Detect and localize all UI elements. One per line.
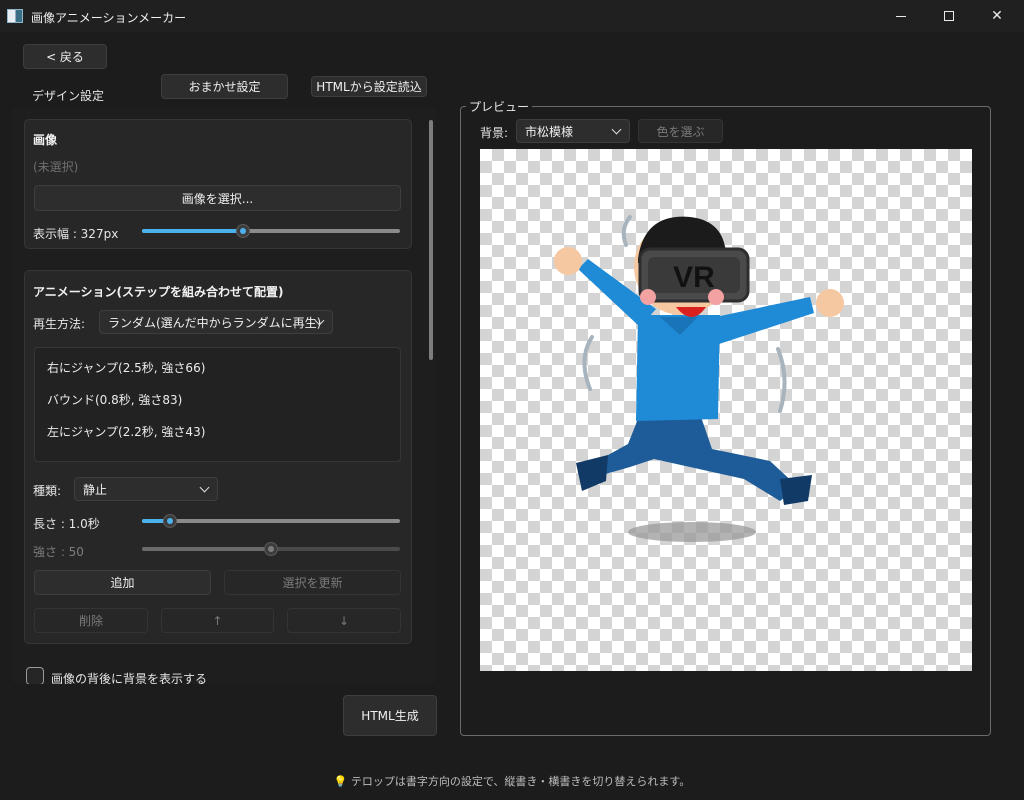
- background-checkbox-label: 画像の背後に背景を表示する: [51, 672, 208, 684]
- lightbulb-icon: 💡: [333, 775, 348, 788]
- hint-text: テロップは書字方向の設定で、縦書き・横書きを切り替えられます。: [350, 775, 691, 788]
- play-mode-value: ランダム(選んだ中からランダムに再生): [108, 315, 322, 330]
- preview-legend: プレビュー: [466, 98, 533, 115]
- play-mode-select[interactable]: ランダム(選んだ中からランダムに再生): [99, 310, 333, 334]
- move-down-button[interactable]: ↓: [287, 608, 401, 633]
- list-item[interactable]: 左にジャンプ(2.2秒, 強さ43): [47, 423, 205, 440]
- image-group-title: 画像: [33, 133, 58, 147]
- delete-button[interactable]: 削除: [34, 608, 148, 633]
- step-list[interactable]: 右にジャンプ(2.5秒, 強さ66) バウンド(0.8秒, 強さ83) 左にジャ…: [34, 347, 401, 462]
- play-mode-label: 再生方法:: [33, 317, 86, 331]
- background-checkbox[interactable]: [26, 667, 44, 684]
- slider-track: [142, 519, 400, 523]
- background-label: 背景:: [480, 126, 509, 140]
- window-title: 画像アニメーションメーカー: [31, 11, 187, 25]
- slider-handle[interactable]: [264, 542, 278, 556]
- minimize-icon: [896, 15, 906, 17]
- selected-file-text: (未選択): [33, 160, 79, 174]
- background-select[interactable]: 市松模様: [516, 119, 630, 143]
- update-selection-button[interactable]: 選択を更新: [224, 570, 401, 595]
- hint-bar: 💡 テロップは書字方向の設定で、縦書き・横書きを切り替えられます。: [0, 773, 1024, 789]
- strength-label: 強さ : 50: [33, 545, 84, 559]
- vr-character-illustration: VR: [554, 215, 844, 542]
- length-slider[interactable]: [142, 514, 400, 528]
- move-up-button[interactable]: ↑: [161, 608, 274, 633]
- strength-slider[interactable]: [142, 542, 400, 556]
- list-item[interactable]: 右にジャンプ(2.5秒, 強さ66): [47, 359, 205, 376]
- minimize-button[interactable]: [878, 0, 924, 32]
- app-icon: [7, 9, 23, 23]
- length-label: 長さ : 1.0秒: [33, 517, 100, 531]
- display-width-slider[interactable]: [142, 224, 400, 238]
- type-select[interactable]: 静止: [74, 477, 218, 501]
- type-label: 種類:: [33, 484, 62, 498]
- add-button[interactable]: 追加: [34, 570, 211, 595]
- tab-design[interactable]: デザイン設定: [32, 87, 104, 104]
- slider-handle[interactable]: [163, 514, 177, 528]
- chevron-down-icon: [611, 124, 622, 135]
- close-button[interactable]: ✕: [974, 0, 1020, 32]
- select-image-button[interactable]: 画像を選択...: [34, 185, 401, 211]
- html-import-button[interactable]: HTMLから設定読込: [311, 76, 427, 97]
- maximize-button[interactable]: [926, 0, 972, 32]
- back-button[interactable]: < 戻る: [23, 44, 107, 69]
- type-value: 静止: [83, 482, 108, 497]
- display-width-label: 表示幅 : 327px: [33, 227, 119, 241]
- list-item[interactable]: バウンド(0.8秒, 強さ83): [47, 391, 182, 408]
- vr-label: VR: [673, 261, 715, 294]
- auto-settings-button[interactable]: おまかせ設定: [161, 74, 288, 99]
- slider-handle[interactable]: [236, 224, 250, 238]
- maximize-icon: [944, 11, 954, 21]
- animation-group-title: アニメーション(ステップを組み合わせて配置): [33, 285, 284, 299]
- pick-color-button[interactable]: 色を選ぶ: [638, 119, 723, 143]
- background-checkbox-row[interactable]: 画像の背後に背景を表示する: [12, 664, 436, 684]
- generate-html-button[interactable]: HTML生成: [343, 695, 437, 736]
- vertical-scrollbar[interactable]: [429, 120, 433, 360]
- slider-fill: [142, 229, 243, 233]
- preview-canvas: VR: [480, 149, 972, 671]
- slider-fill: [142, 547, 271, 551]
- background-value: 市松模様: [525, 124, 574, 139]
- chevron-down-icon: [199, 482, 210, 493]
